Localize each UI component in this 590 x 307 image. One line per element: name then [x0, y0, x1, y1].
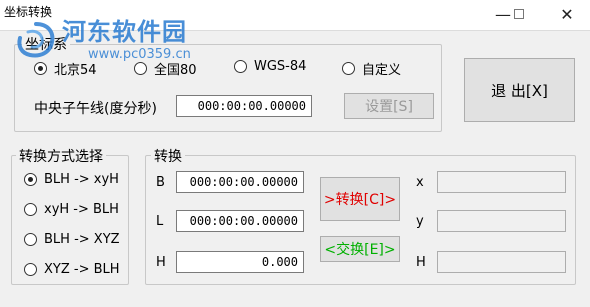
radio-label: BLH -> XYZ [44, 232, 120, 247]
radio-dot-icon [342, 62, 355, 75]
convert-legend: 转换 [151, 146, 185, 166]
radio-label: BLH -> xyH [44, 172, 119, 187]
radio-custom[interactable]: 自定义 [342, 59, 401, 78]
y-output [437, 210, 566, 232]
radio-blh-xyz[interactable]: BLH -> XYZ [24, 232, 120, 247]
radio-dot-icon [24, 263, 37, 276]
h-output-label: H [416, 255, 426, 270]
x-output [437, 171, 566, 193]
radio-dot-icon [24, 173, 37, 186]
radio-dot-icon [134, 62, 147, 75]
radio-label: WGS-84 [254, 59, 307, 74]
close-button[interactable]: ✕ [550, 3, 584, 25]
b-label: B [156, 175, 165, 190]
method-legend: 转换方式选择 [16, 146, 106, 166]
settings-button[interactable]: 设置[S] [344, 93, 434, 119]
watermark-url: www.pc0359.cn [88, 47, 191, 62]
radio-dot-icon [24, 233, 37, 246]
maximize-icon [514, 9, 524, 19]
exit-button[interactable]: 退 出[X] [464, 58, 575, 122]
convert-button[interactable]: >转换[C]> [320, 177, 400, 221]
radio-label: XYZ -> BLH [44, 262, 120, 277]
b-input[interactable]: 000:00:00.00000 [176, 171, 304, 193]
radio-wgs84[interactable]: WGS-84 [234, 59, 306, 74]
radio-dot-icon [24, 203, 37, 216]
y-label: y [416, 214, 424, 229]
l-input[interactable]: 000:00:00.00000 [176, 210, 304, 232]
radio-xyh-blh[interactable]: xyH -> BLH [24, 202, 119, 217]
x-label: x [416, 175, 424, 190]
swap-button[interactable]: <交换[E]> [320, 236, 400, 262]
h-input[interactable]: 0.000 [176, 251, 304, 273]
radio-dot-icon [34, 62, 47, 75]
l-label: L [156, 214, 164, 229]
h-label: H [156, 255, 166, 270]
h-output [437, 251, 566, 273]
meridian-input[interactable]: 000:00:00.00000 [176, 95, 312, 117]
watermark-title: 河东软件园 [62, 18, 187, 46]
window-title: 坐标转换 [4, 5, 53, 19]
meridian-label: 中央子午线(度分秒) [34, 101, 157, 117]
radio-label: 自定义 [362, 63, 402, 78]
watermark-logo [14, 20, 58, 60]
radio-blh-xyh[interactable]: BLH -> xyH [24, 172, 119, 187]
radio-label: xyH -> BLH [44, 202, 119, 217]
maximize-button[interactable] [502, 3, 536, 25]
close-icon: ✕ [560, 4, 574, 24]
radio-dot-icon [234, 60, 247, 73]
radio-xyz-blh[interactable]: XYZ -> BLH [24, 262, 120, 277]
